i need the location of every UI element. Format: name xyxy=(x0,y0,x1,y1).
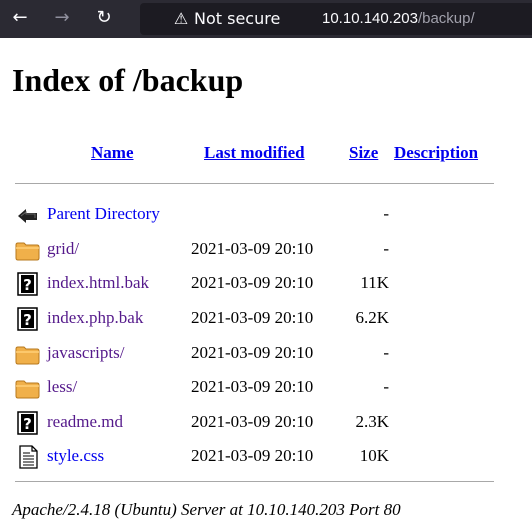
warning-triangle-icon: ⚠ xyxy=(173,9,189,28)
column-header-size[interactable]: Size xyxy=(349,143,378,163)
browser-toolbar: ← → ↻ ⚠ Not secure 10.10.140.203/backup/ xyxy=(0,0,532,38)
file-link[interactable]: index.html.bak xyxy=(47,273,149,293)
file-link[interactable]: Parent Directory xyxy=(47,204,160,224)
svg-text:?: ? xyxy=(23,311,32,329)
text-file-icon[interactable] xyxy=(15,445,41,469)
file-size: - xyxy=(383,377,389,396)
file-link[interactable]: less/ xyxy=(47,377,77,397)
file-row: grid/2021-03-09 20:10 - xyxy=(0,236,532,264)
file-last-modified: 2021-03-09 20:10 xyxy=(191,239,314,258)
header-divider xyxy=(15,183,494,184)
file-row: ? readme.md 2021-03-09 20:10 2.3K xyxy=(0,409,532,437)
reload-icon: ↻ xyxy=(96,7,112,28)
arrow-right-icon: → xyxy=(54,7,70,28)
file-size: - xyxy=(383,204,389,223)
file-row: Parent Directory - xyxy=(0,201,532,229)
footer-divider xyxy=(15,481,494,482)
column-header-name[interactable]: Name xyxy=(91,143,133,163)
file-row: javascripts/2021-03-09 20:10 - xyxy=(0,340,532,368)
server-signature: Apache/2.4.18 (Ubuntu) Server at 10.10.1… xyxy=(12,500,401,519)
file-link[interactable]: grid/ xyxy=(47,239,79,259)
file-row: ? index.html.bak 2021-03-09 20:10 11K xyxy=(0,270,532,298)
arrow-left-icon: ← xyxy=(12,7,28,28)
file-link[interactable]: readme.md xyxy=(47,412,123,432)
folder-icon[interactable] xyxy=(15,342,41,366)
file-row: less/2021-03-09 20:10 - xyxy=(0,374,532,402)
svg-text:?: ? xyxy=(23,415,32,433)
reload-button[interactable]: ↻ xyxy=(92,6,116,30)
unknown-file-icon[interactable]: ? xyxy=(15,272,41,296)
file-link[interactable]: javascripts/ xyxy=(47,343,124,363)
svg-text:?: ? xyxy=(23,276,32,294)
url-path: /backup/ xyxy=(417,10,475,27)
unknown-file-icon[interactable]: ? xyxy=(15,411,41,435)
parent-directory-icon[interactable] xyxy=(15,203,41,227)
file-last-modified: 2021-03-09 20:10 xyxy=(191,273,314,292)
forward-button[interactable]: → xyxy=(50,6,74,30)
file-size: 10K xyxy=(359,446,389,465)
file-size: - xyxy=(383,239,389,258)
file-size: 6.2K xyxy=(355,308,389,327)
file-size: 11K xyxy=(360,273,389,292)
folder-icon[interactable] xyxy=(15,238,41,262)
security-label: Not secure xyxy=(194,9,281,28)
url-text[interactable]: 10.10.140.203/backup/ xyxy=(322,8,475,30)
url-host: 10.10.140.203 xyxy=(322,10,418,27)
file-row: ? index.php.bak 2021-03-09 20:10 6.2K xyxy=(0,305,532,333)
column-header-last-modified[interactable]: Last modified xyxy=(204,143,305,163)
file-last-modified: 2021-03-09 20:10 xyxy=(191,308,314,327)
file-link[interactable]: style.css xyxy=(47,446,104,466)
file-last-modified: 2021-03-09 20:10 xyxy=(191,446,314,465)
column-header-description[interactable]: Description xyxy=(394,143,478,163)
file-size: 2.3K xyxy=(355,412,389,431)
unknown-file-icon[interactable]: ? xyxy=(15,307,41,331)
file-link[interactable]: index.php.bak xyxy=(47,308,143,328)
folder-icon[interactable] xyxy=(15,376,41,400)
file-last-modified: 2021-03-09 20:10 xyxy=(191,343,314,362)
back-button[interactable]: ← xyxy=(8,6,32,30)
security-indicator[interactable]: ⚠ Not secure xyxy=(172,8,280,30)
file-row: style.css 2021-03-09 20:10 10K xyxy=(0,443,532,471)
file-size: - xyxy=(383,343,389,362)
file-last-modified: 2021-03-09 20:10 xyxy=(191,377,314,396)
page-title: Index of /backup xyxy=(12,62,244,98)
file-last-modified: 2021-03-09 20:10 xyxy=(191,412,314,431)
